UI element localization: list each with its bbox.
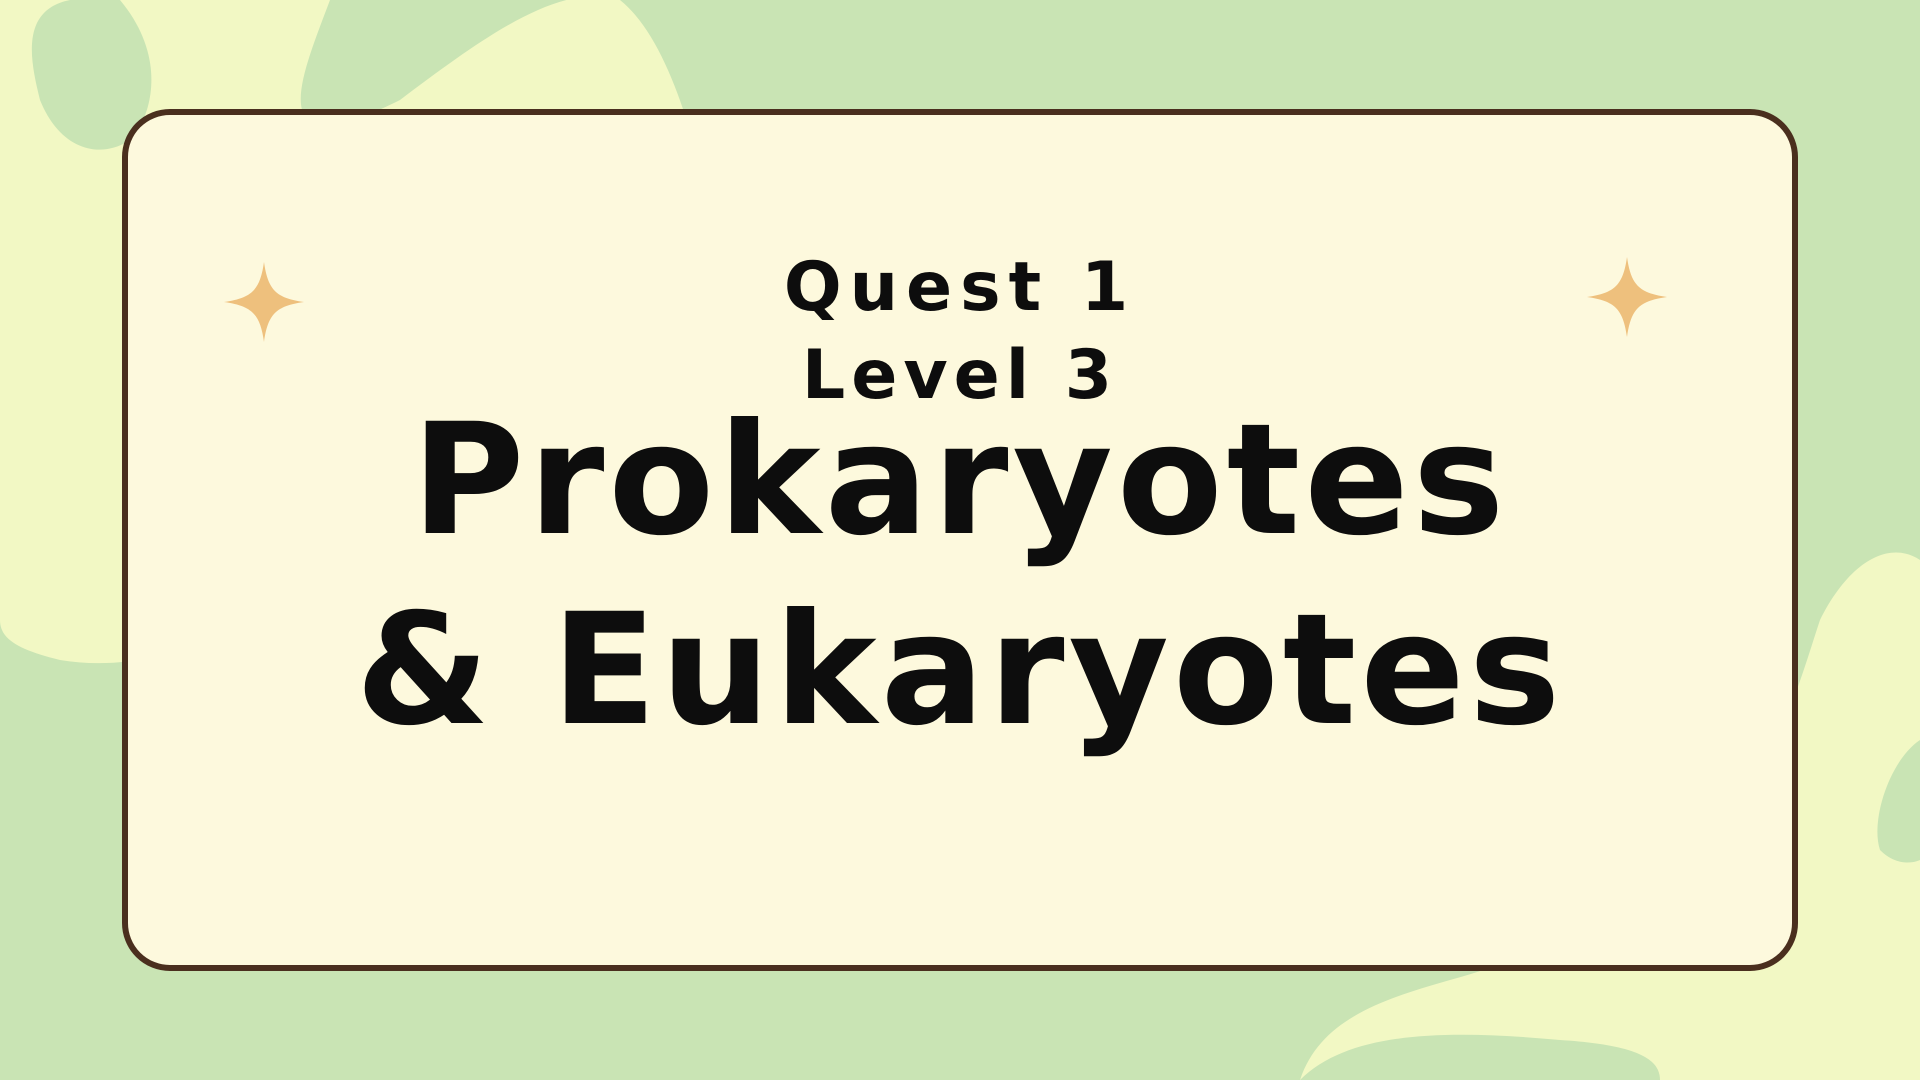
title-line-2: & Eukaryotes (355, 581, 1565, 760)
quest-label: Quest 1 (783, 248, 1137, 327)
title-slide: Quest 1 Level 3 Prokaryotes & Eukaryotes (0, 0, 1920, 1080)
title-line-1: Prokaryotes (411, 391, 1509, 570)
